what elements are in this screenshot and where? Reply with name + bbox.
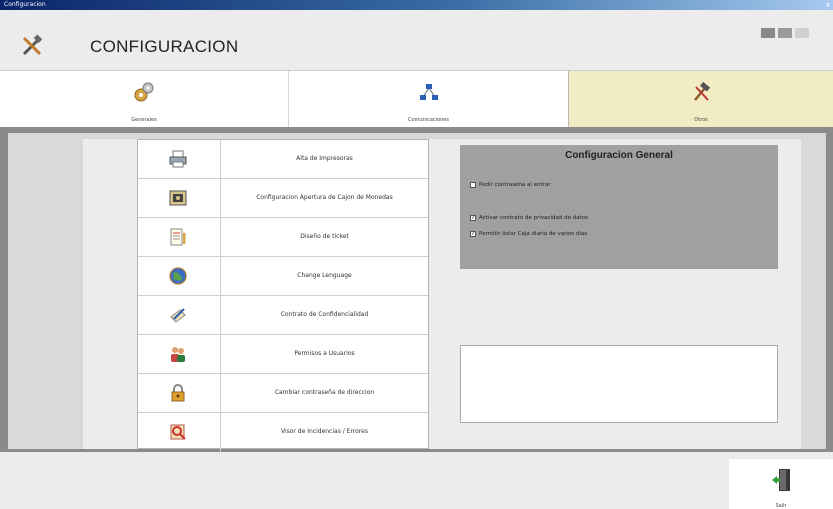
info-textarea[interactable] [460,345,778,423]
padlock-icon [171,384,185,402]
option-diseno-ticket[interactable]: Diseño de ticket [138,218,428,257]
option-permisos-usuarios[interactable]: Permisos a Usuarios [138,335,428,374]
bug-viewer-icon [170,424,186,440]
globe-icon [169,267,187,285]
option-label: Diseño de ticket [300,233,349,240]
ticket-design-icon [170,228,186,246]
option-label: Configuracion Apertura de Cajon de Moned… [256,194,393,201]
option-label: Alta de Impresoras [296,155,353,162]
option-apertura-cajon[interactable]: Configuracion Apertura de Cajon de Moned… [138,179,428,218]
users-icon [171,347,185,362]
page-title: CONFIGURACION [90,37,239,56]
network-icon [419,84,438,100]
checkbox-box[interactable] [470,182,476,188]
config-general-panel: Configuracion General Pedir contraseña a… [460,145,778,269]
exit-door-icon [772,469,790,491]
window-title: Configuracion [4,1,46,8]
window-close-button[interactable]: x [826,0,830,10]
config-general-title: Configuracion General [565,150,673,161]
printer-icon [169,150,187,168]
pedir-contrasena-checkbox[interactable]: Pedir contraseña al entrar [470,182,551,188]
option-cambiar-contrasena[interactable]: Cambiar contraseña de direccion [138,374,428,413]
window-control-button[interactable] [795,28,809,38]
exit-label: Salir [775,503,787,509]
header: CONFIGURACION [0,10,833,70]
tools-icon [22,34,43,56]
option-label: Cambiar contraseña de direccion [274,389,375,396]
tab-comunicaciones[interactable]: Comunicaciones [288,71,568,127]
checkbox-label: Pedir contraseña al entrar [479,182,551,188]
permitir-listar-checkbox[interactable]: ✓ Permitir listar Caja diaria de varios … [470,231,587,237]
tab-label: Generales [131,117,157,123]
tab-otros[interactable]: Otros [568,71,833,127]
gears-icon [134,82,154,102]
checkbox-box[interactable]: ✓ [470,231,476,237]
tab-label: Comunicaciones [407,117,449,123]
checkbox-label: Activar contrato de privacidad de datos [479,215,588,221]
activar-contrato-checkbox[interactable]: ✓ Activar contrato de privacidad de dato… [470,215,588,221]
maximize-button[interactable] [778,28,792,38]
main-panel: Alta de Impresoras Configuracion Apertur… [8,133,826,452]
tab-bar: Generales Comunicaciones Otros [0,70,833,127]
option-alta-impresoras[interactable]: Alta de Impresoras [138,140,428,179]
tab-label: Otros [694,117,708,123]
content-area: Alta de Impresoras Configuracion Apertur… [83,139,801,452]
option-label: Permisos a Usuarios [294,350,355,357]
checkbox-label: Permitir listar Caja diaria de varios di… [479,231,588,237]
option-contrato-confidencialidad[interactable]: Contrato de Confidencialidad [138,296,428,335]
option-label: Contrato de Confidencialidad [280,311,369,318]
option-label: Visor de Incidencias / Errores [281,428,368,435]
options-list: Alta de Impresoras Configuracion Apertur… [137,139,429,452]
tab-generales[interactable]: Generales [0,71,288,127]
hammer-icon [694,81,711,101]
option-visor-incidencias[interactable]: Visor de Incidencias / Errores [138,413,428,452]
contract-icon [170,308,186,323]
exit-button[interactable]: Salir [729,459,833,509]
window-title-bar: Configuracion x [0,0,833,10]
minimize-button[interactable] [761,28,775,38]
safe-icon [169,190,187,206]
option-label: Change Lenguage [297,272,352,279]
main-frame: Alta de Impresoras Configuracion Apertur… [0,127,833,452]
option-change-language[interactable]: Change Lenguage [138,257,428,296]
checkbox-box[interactable]: ✓ [470,215,476,221]
